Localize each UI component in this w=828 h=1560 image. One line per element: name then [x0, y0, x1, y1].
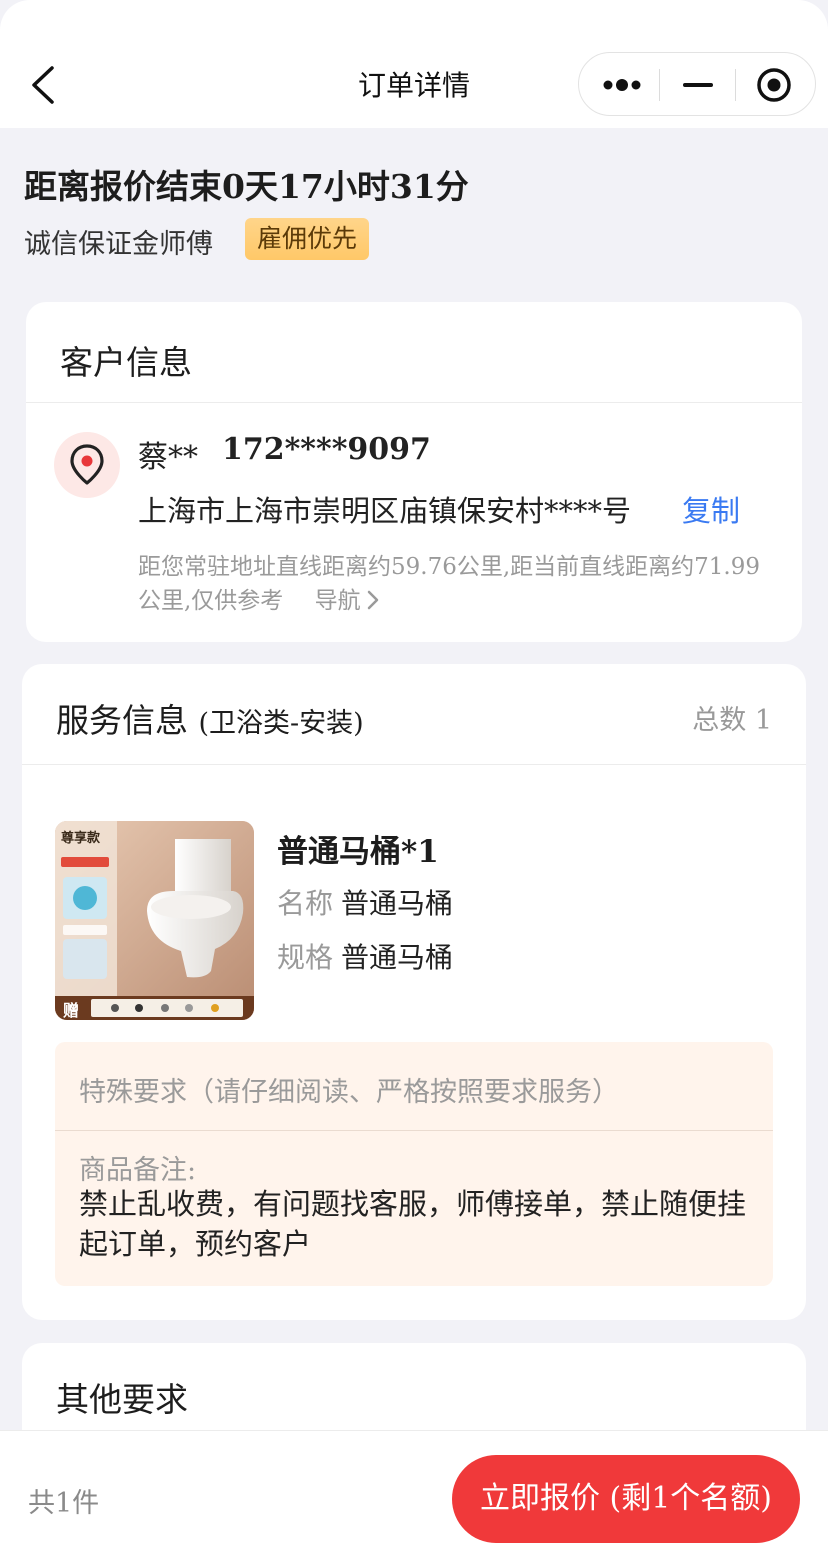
close-program-button[interactable]	[735, 53, 813, 117]
item-count: 共1件	[28, 1488, 100, 1519]
product-name-row: 名称 普通马桶	[277, 882, 453, 922]
chevron-right-icon	[367, 590, 378, 610]
page: 订单详情 距离报价结束0天17小时31分 诚信保证金师傅 雇佣优先 客户信息 蔡…	[0, 0, 828, 1560]
bottom-action-bar: 共1件 立即报价 (剩1个名额)	[0, 1430, 828, 1560]
product-image[interactable]: 尊享款 赠	[55, 821, 254, 1020]
copy-address-link[interactable]: 复制	[682, 488, 740, 530]
section-divider	[22, 764, 806, 765]
product-name-label: 名称	[277, 887, 334, 920]
service-card: 服务信息 (卫浴类-安装) 总数 1 尊享款 赠 普通马桶*1 名称 普通马桶 …	[22, 664, 806, 1320]
special-requirements-box: 特殊要求（请仔细阅读、严格按照要求服务） 商品备注: 禁止乱收费，有问题找客服，…	[55, 1042, 773, 1286]
customer-phone[interactable]: 172****9097	[222, 432, 431, 467]
distance-info: 距您常驻地址直线距离约59.76公里,距当前直线距离约71.99公里,仅供参考 …	[138, 550, 778, 618]
product-note-text: 禁止乱收费，有问题找客服，师傅接单，禁止随便挂起订单，预约客户	[79, 1187, 747, 1261]
priority-badge: 雇佣优先	[245, 218, 370, 260]
special-requirements-heading: 特殊要求（请仔细阅读、严格按照要求服务）	[79, 1077, 619, 1108]
service-category: (卫浴类-安装)	[198, 708, 364, 739]
other-requirements-title: 其他要求	[56, 1380, 188, 1419]
navigate-label: 导航	[314, 588, 361, 614]
distance-text: 距您常驻地址直线距离约59.76公里,距当前直线距离约71.99公里,仅供参考	[138, 554, 760, 614]
product-note-label: 商品备注:	[79, 1155, 197, 1186]
product-spec-label: 规格	[277, 941, 334, 974]
product-spec-value: 普通马桶	[341, 941, 454, 974]
toilet-product-illustration	[55, 821, 254, 1020]
service-section-title: 服务信息 (卫浴类-安装)	[56, 694, 364, 742]
customer-card: 客户信息 蔡** 172****9097 上海市上海市崇明区庙镇保安村****号…	[26, 302, 802, 642]
service-title: 服务信息	[56, 701, 188, 740]
location-pin-icon	[54, 432, 120, 498]
quote-countdown: 距离报价结束0天17小时31分	[24, 167, 469, 206]
product-spec-row: 规格 普通马桶	[277, 936, 453, 976]
customer-name: 蔡**	[138, 440, 198, 475]
target-close-icon	[757, 68, 791, 102]
more-button[interactable]	[583, 53, 661, 117]
thumb-gift-label: 赠	[63, 1001, 80, 1020]
special-divider	[55, 1130, 773, 1131]
minimize-icon	[683, 83, 713, 87]
mini-program-capsule	[578, 52, 816, 116]
product-name: 普通马桶*1	[277, 834, 439, 870]
service-total: 总数 1	[692, 705, 772, 736]
thumb-tag: 尊享款	[61, 831, 101, 846]
navigate-link[interactable]: 导航	[315, 588, 381, 614]
minimize-button[interactable]	[659, 53, 737, 117]
section-divider	[26, 402, 802, 403]
quote-now-button[interactable]: 立即报价 (剩1个名额)	[452, 1455, 800, 1543]
guarantee-label: 诚信保证金师傅	[24, 229, 213, 260]
product-name-value: 普通马桶	[341, 887, 454, 920]
customer-address: 上海市上海市崇明区庙镇保安村****号	[138, 494, 632, 528]
more-dots-icon	[603, 79, 641, 91]
customer-section-title: 客户信息	[60, 343, 192, 382]
navbar: 订单详情	[0, 0, 828, 128]
